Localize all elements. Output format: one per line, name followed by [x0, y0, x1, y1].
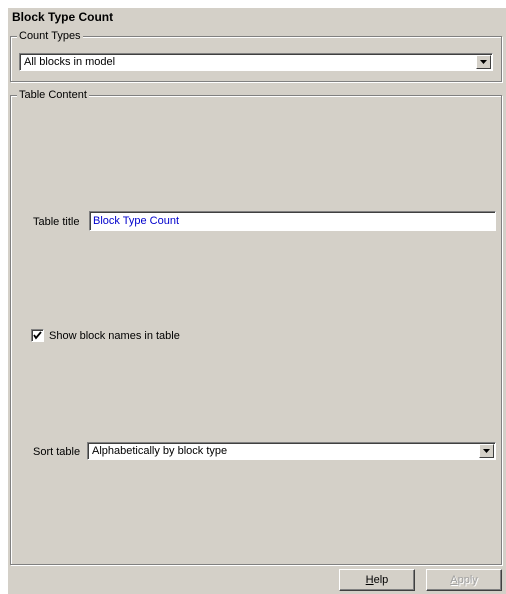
count-types-legend: Count Types	[17, 29, 83, 43]
count-types-dropdown[interactable]: All blocks in model	[19, 53, 493, 71]
table-title-label: Table title	[33, 216, 80, 228]
count-types-group: Count Types All blocks in model	[10, 29, 502, 82]
count-types-value: All blocks in model	[24, 56, 116, 68]
sort-table-value: Alphabetically by block type	[92, 445, 228, 457]
help-button[interactable]: Help	[339, 569, 415, 591]
sort-table-label: Sort table	[33, 446, 81, 458]
checkmark-icon	[33, 331, 42, 340]
table-content-group: Table Content Table title Block Type Cou…	[10, 88, 502, 565]
chevron-down-icon[interactable]	[476, 55, 491, 69]
chevron-down-icon[interactable]	[479, 444, 494, 458]
table-content-legend: Table Content	[17, 88, 89, 102]
dialog-panel: Block Type Count Count Types All blocks …	[8, 8, 506, 594]
table-title-field[interactable]: Block Type Count	[89, 211, 496, 231]
apply-button[interactable]: Apply	[426, 569, 502, 591]
show-block-names-label[interactable]: Show block names in table	[49, 329, 180, 343]
table-title-value: Block Type Count	[93, 215, 180, 227]
page-title: Block Type Count	[12, 10, 114, 24]
sort-table-dropdown[interactable]: Alphabetically by block type	[87, 442, 496, 460]
show-block-names-checkbox[interactable]	[31, 329, 44, 342]
